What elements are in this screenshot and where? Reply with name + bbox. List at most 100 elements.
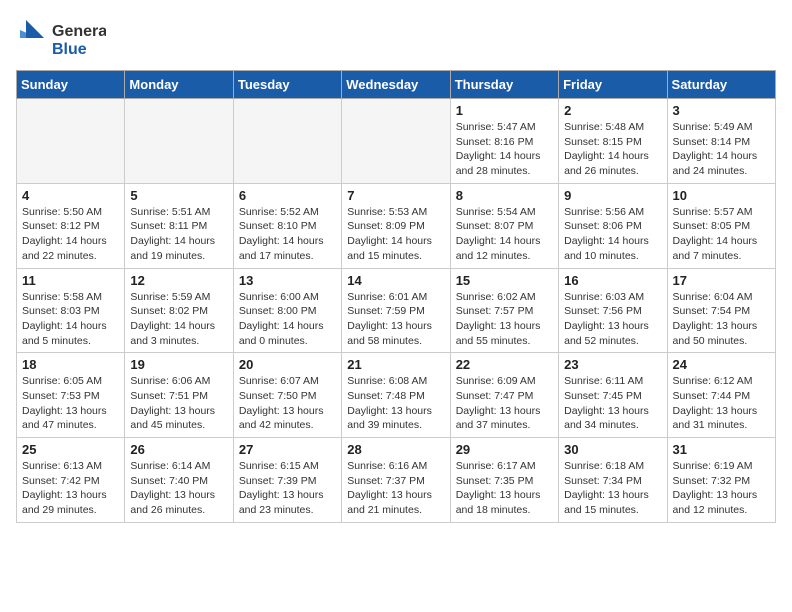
calendar-cell: 9 Sunrise: 5:56 AM Sunset: 8:06 PM Daylig… [559,183,667,268]
calendar-cell: 4Sunrise: 5:50 AM Sunset: 8:12 PM Daylig… [17,183,125,268]
calendar-week-row-3: 18 Sunrise: 6:05 AM Sunset: 7:53 PM Dayli… [17,353,776,438]
day-number: 9 [564,188,661,203]
calendar-header-sunday: Sunday [17,71,125,99]
day-number: 8 [456,188,553,203]
calendar-cell: 8 Sunrise: 5:54 AM Sunset: 8:07 PM Daylig… [450,183,558,268]
calendar-cell: 12Sunrise: 5:59 AM Sunset: 8:02 PM Dayli… [125,268,233,353]
calendar-cell: 23 Sunrise: 6:11 AM Sunset: 7:45 PM Dayli… [559,353,667,438]
calendar-cell: 27 Sunrise: 6:15 AM Sunset: 7:39 PM Dayli… [233,438,341,523]
calendar-cell: 2 Sunrise: 5:48 AM Sunset: 8:15 PM Daylig… [559,99,667,184]
calendar-header-saturday: Saturday [667,71,775,99]
day-number: 5 [130,188,227,203]
calendar-cell: 18 Sunrise: 6:05 AM Sunset: 7:53 PM Dayli… [17,353,125,438]
day-info: Sunrise: 6:06 AM Sunset: 7:51 PM Dayligh… [130,374,227,433]
day-info: Sunrise: 6:18 AM Sunset: 7:34 PM Dayligh… [564,459,661,518]
calendar-cell: 14 Sunrise: 6:01 AM Sunset: 7:59 PM Dayli… [342,268,450,353]
day-info: Sunrise: 5:57 AM Sunset: 8:05 PM Dayligh… [673,205,770,264]
day-info: Sunrise: 6:12 AM Sunset: 7:44 PM Dayligh… [673,374,770,433]
day-number: 15 [456,273,553,288]
calendar-header-monday: Monday [125,71,233,99]
day-number: 10 [673,188,770,203]
calendar-cell: 21 Sunrise: 6:08 AM Sunset: 7:48 PM Dayli… [342,353,450,438]
day-info: Sunrise: 5:50 AM Sunset: 8:12 PM Dayligh… [22,205,119,264]
calendar-week-row-2: 11 Sunrise: 5:58 AM Sunset: 8:03 PM Dayli… [17,268,776,353]
day-number: 19 [130,357,227,372]
day-info: Sunrise: 6:13 AM Sunset: 7:42 PM Dayligh… [22,459,119,518]
day-info: Sunrise: 6:08 AM Sunset: 7:48 PM Dayligh… [347,374,444,433]
day-number: 27 [239,442,336,457]
day-info: Sunrise: 6:09 AM Sunset: 7:47 PM Dayligh… [456,374,553,433]
day-info: Sunrise: 6:16 AM Sunset: 7:37 PM Dayligh… [347,459,444,518]
calendar-header-row: SundayMondayTuesdayWednesdayThursdayFrid… [17,71,776,99]
calendar-cell: 17Sunrise: 6:04 AM Sunset: 7:54 PM Dayli… [667,268,775,353]
day-info: Sunrise: 6:01 AM Sunset: 7:59 PM Dayligh… [347,290,444,349]
day-info: Sunrise: 5:49 AM Sunset: 8:14 PM Dayligh… [673,120,770,179]
calendar-cell: 15 Sunrise: 6:02 AM Sunset: 7:57 PM Dayli… [450,268,558,353]
day-info: Sunrise: 6:03 AM Sunset: 7:56 PM Dayligh… [564,290,661,349]
calendar-cell: 28 Sunrise: 6:16 AM Sunset: 7:37 PM Dayli… [342,438,450,523]
calendar-cell: 30 Sunrise: 6:18 AM Sunset: 7:34 PM Dayli… [559,438,667,523]
day-info: Sunrise: 6:11 AM Sunset: 7:45 PM Dayligh… [564,374,661,433]
calendar-cell: 10 Sunrise: 5:57 AM Sunset: 8:05 PM Dayli… [667,183,775,268]
day-info: Sunrise: 5:56 AM Sunset: 8:06 PM Dayligh… [564,205,661,264]
day-number: 21 [347,357,444,372]
day-info: Sunrise: 5:48 AM Sunset: 8:15 PM Dayligh… [564,120,661,179]
day-number: 11 [22,273,119,288]
day-info: Sunrise: 5:58 AM Sunset: 8:03 PM Dayligh… [22,290,119,349]
day-info: Sunrise: 5:52 AM Sunset: 8:10 PM Dayligh… [239,205,336,264]
day-number: 3 [673,103,770,118]
day-number: 28 [347,442,444,457]
calendar-cell: 3 Sunrise: 5:49 AM Sunset: 8:14 PM Daylig… [667,99,775,184]
day-number: 24 [673,357,770,372]
calendar-cell: 16 Sunrise: 6:03 AM Sunset: 7:56 PM Dayli… [559,268,667,353]
calendar-cell: 31 Sunrise: 6:19 AM Sunset: 7:32 PM Dayli… [667,438,775,523]
calendar-cell: 13 Sunrise: 6:00 AM Sunset: 8:00 PM Dayli… [233,268,341,353]
calendar-header-thursday: Thursday [450,71,558,99]
calendar-cell: 24 Sunrise: 6:12 AM Sunset: 7:44 PM Dayli… [667,353,775,438]
day-number: 18 [22,357,119,372]
day-number: 31 [673,442,770,457]
calendar-table: SundayMondayTuesdayWednesdayThursdayFrid… [16,70,776,523]
calendar-cell [342,99,450,184]
calendar-cell: 25 Sunrise: 6:13 AM Sunset: 7:42 PM Dayli… [17,438,125,523]
calendar-header-wednesday: Wednesday [342,71,450,99]
day-info: Sunrise: 6:19 AM Sunset: 7:32 PM Dayligh… [673,459,770,518]
calendar-header-friday: Friday [559,71,667,99]
calendar-cell: 19 Sunrise: 6:06 AM Sunset: 7:51 PM Dayli… [125,353,233,438]
day-number: 20 [239,357,336,372]
day-number: 30 [564,442,661,457]
day-info: Sunrise: 5:51 AM Sunset: 8:11 PM Dayligh… [130,205,227,264]
day-info: Sunrise: 6:14 AM Sunset: 7:40 PM Dayligh… [130,459,227,518]
day-number: 29 [456,442,553,457]
day-number: 2 [564,103,661,118]
day-info: Sunrise: 6:00 AM Sunset: 8:00 PM Dayligh… [239,290,336,349]
day-number: 25 [22,442,119,457]
day-info: Sunrise: 6:15 AM Sunset: 7:39 PM Dayligh… [239,459,336,518]
logo: GeneralBlue [16,16,106,60]
logo-icon: GeneralBlue [16,16,106,60]
calendar-week-row-4: 25 Sunrise: 6:13 AM Sunset: 7:42 PM Dayli… [17,438,776,523]
day-info: Sunrise: 6:04 AM Sunset: 7:54 PM Dayligh… [673,290,770,349]
day-number: 26 [130,442,227,457]
day-info: Sunrise: 5:53 AM Sunset: 8:09 PM Dayligh… [347,205,444,264]
day-info: Sunrise: 5:47 AM Sunset: 8:16 PM Dayligh… [456,120,553,179]
day-number: 23 [564,357,661,372]
calendar-cell [125,99,233,184]
day-number: 7 [347,188,444,203]
day-number: 13 [239,273,336,288]
day-number: 1 [456,103,553,118]
calendar-header-tuesday: Tuesday [233,71,341,99]
calendar-cell: 20 Sunrise: 6:07 AM Sunset: 7:50 PM Dayli… [233,353,341,438]
day-info: Sunrise: 6:17 AM Sunset: 7:35 PM Dayligh… [456,459,553,518]
day-info: Sunrise: 6:02 AM Sunset: 7:57 PM Dayligh… [456,290,553,349]
calendar-cell: 29 Sunrise: 6:17 AM Sunset: 7:35 PM Dayli… [450,438,558,523]
day-number: 14 [347,273,444,288]
day-number: 16 [564,273,661,288]
calendar-cell: 5 Sunrise: 5:51 AM Sunset: 8:11 PM Daylig… [125,183,233,268]
calendar-week-row-1: 4Sunrise: 5:50 AM Sunset: 8:12 PM Daylig… [17,183,776,268]
day-info: Sunrise: 6:07 AM Sunset: 7:50 PM Dayligh… [239,374,336,433]
svg-text:General: General [52,23,106,40]
day-info: Sunrise: 5:54 AM Sunset: 8:07 PM Dayligh… [456,205,553,264]
day-info: Sunrise: 6:05 AM Sunset: 7:53 PM Dayligh… [22,374,119,433]
calendar-cell: 11 Sunrise: 5:58 AM Sunset: 8:03 PM Dayli… [17,268,125,353]
